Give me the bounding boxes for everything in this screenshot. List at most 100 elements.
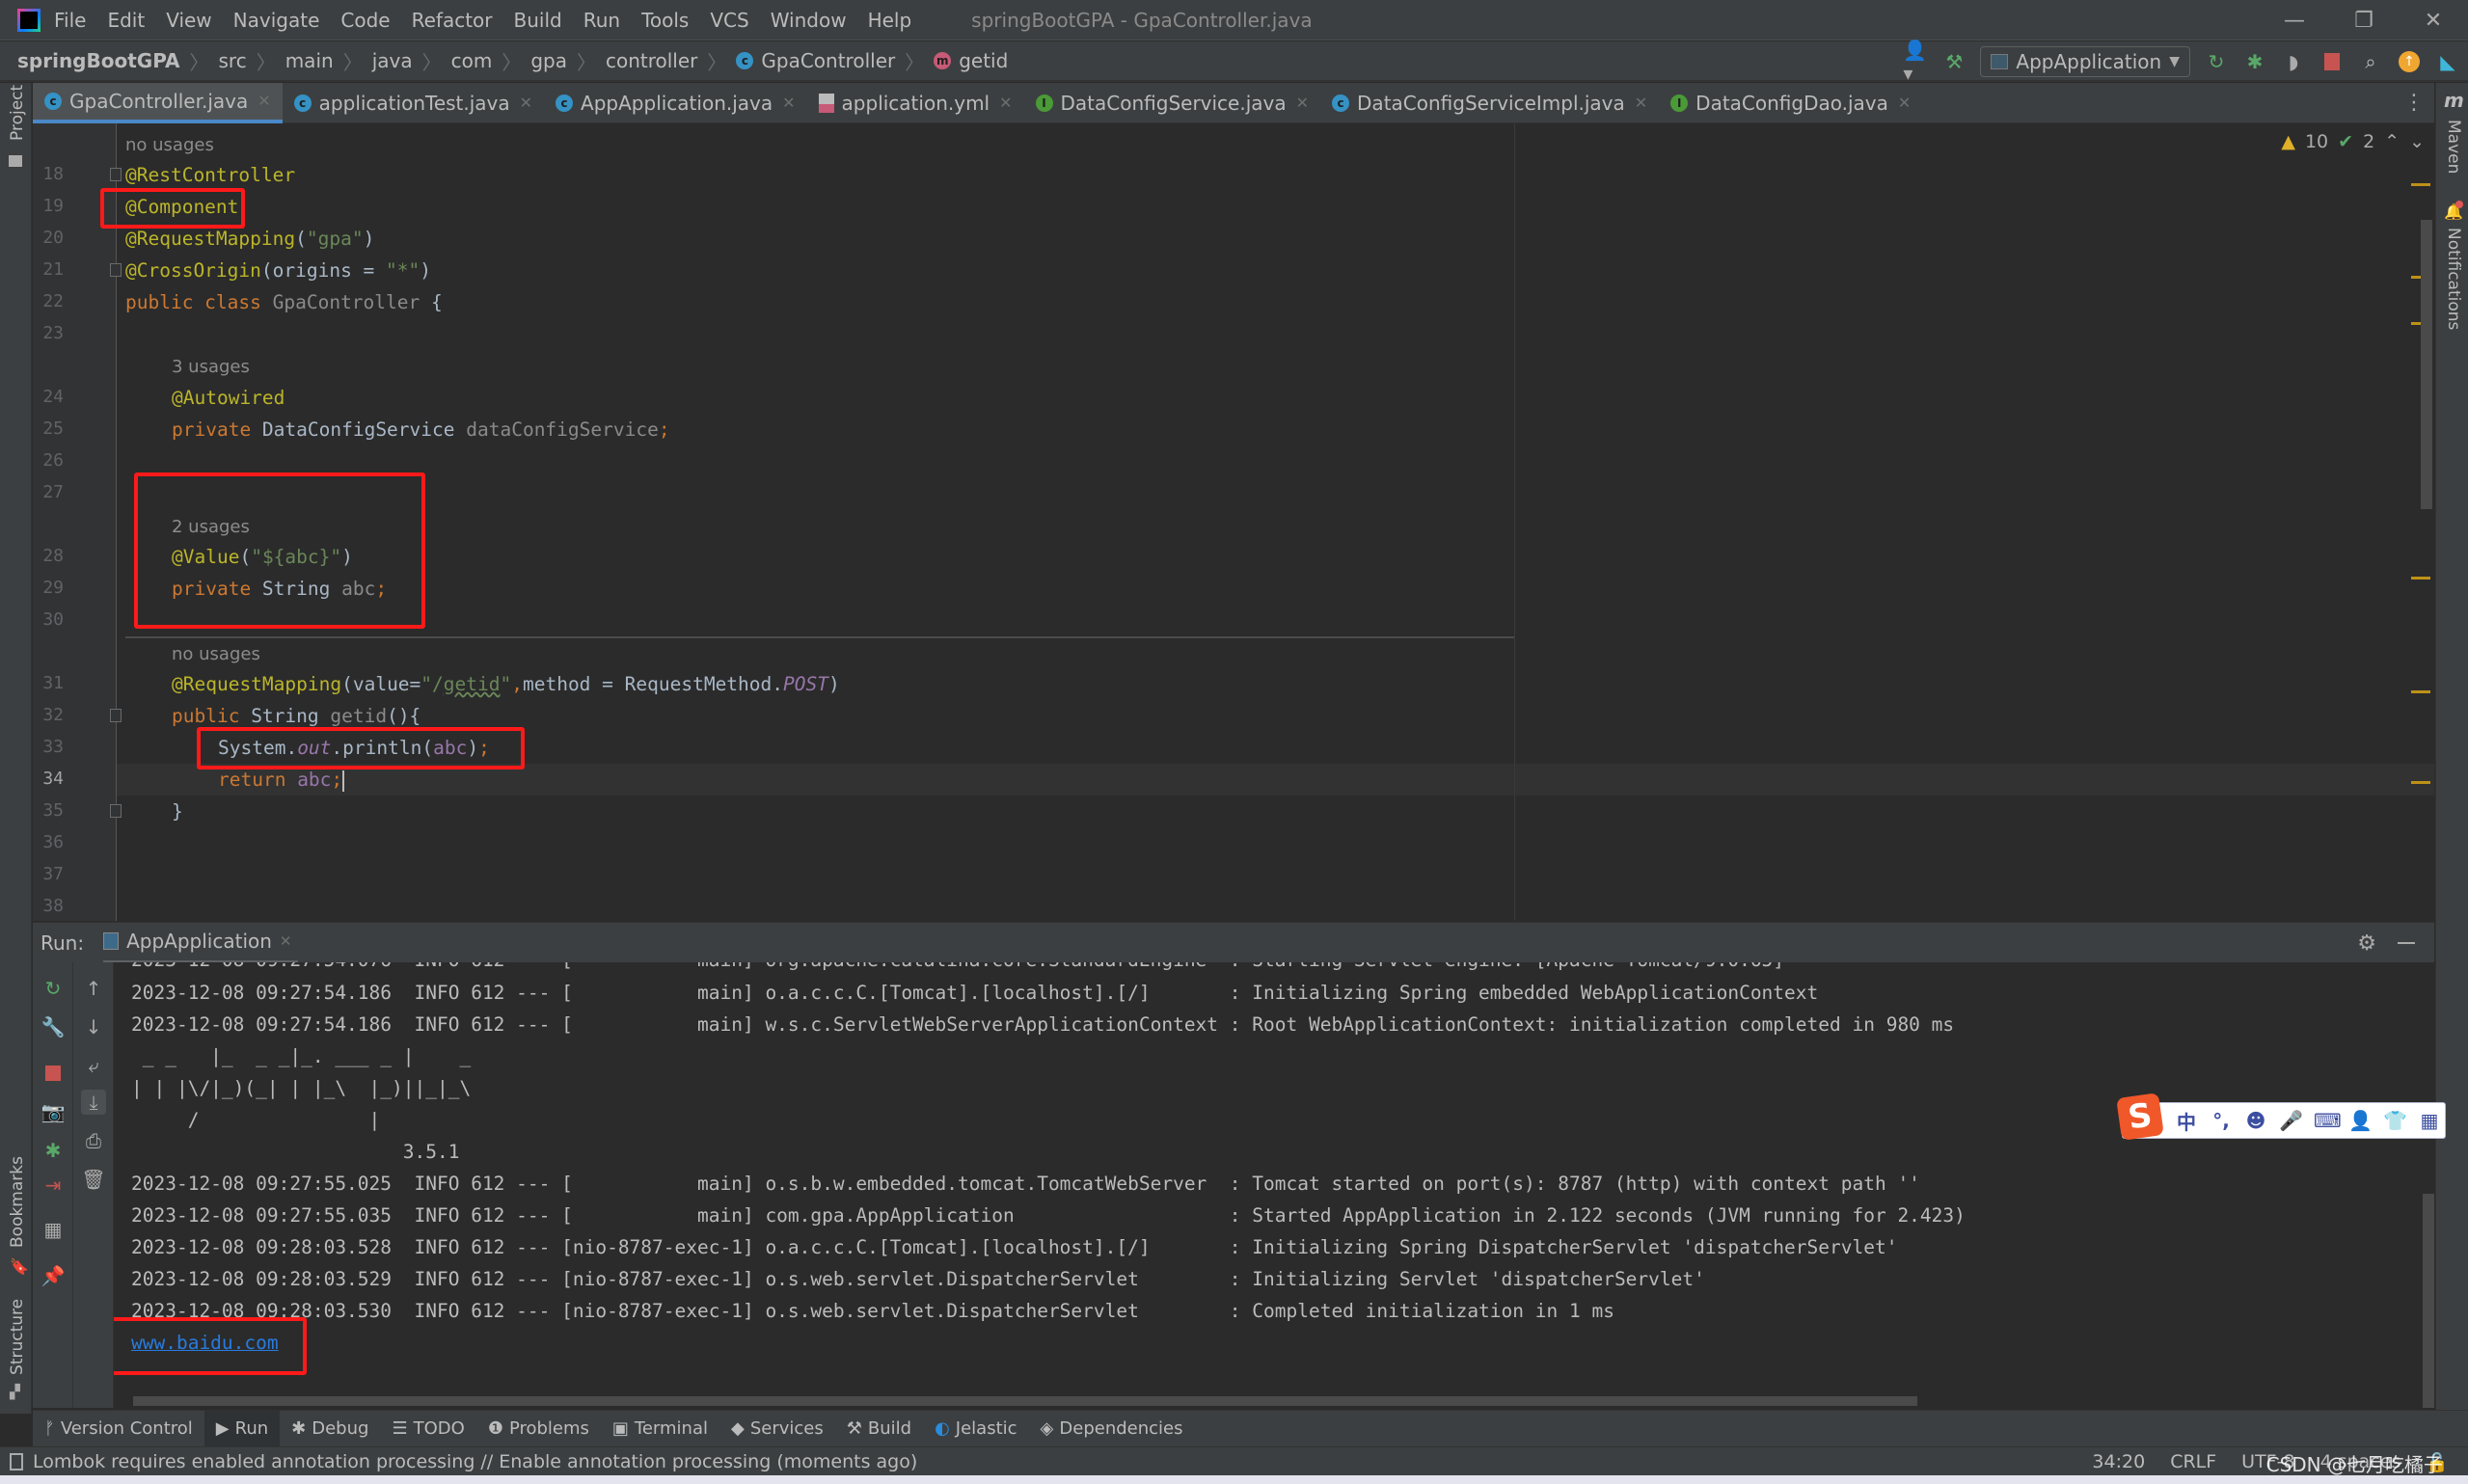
keyboard-icon[interactable]: ⌨ (2314, 1109, 2342, 1132)
usage-hint[interactable]: no usages (172, 644, 260, 664)
editor-vertical-scrollbar[interactable] (2421, 220, 2432, 509)
camera-icon[interactable]: 📷 (41, 1099, 66, 1124)
close-tab-icon[interactable]: ✕ (1635, 94, 1647, 112)
scroll-to-end-icon[interactable]: ⤓ (81, 1090, 106, 1115)
emoji-icon[interactable]: ☻ (2244, 1109, 2267, 1132)
menu-refactor[interactable]: Refactor (412, 9, 493, 32)
exit-icon[interactable]: ⇥ (41, 1173, 66, 1198)
menu-window[interactable]: Window (771, 9, 847, 32)
breadcrumb-class[interactable]: c GpaController (736, 49, 895, 72)
close-tab-icon[interactable]: ✕ (782, 94, 795, 112)
close-tab-icon[interactable]: ✕ (258, 92, 270, 110)
menu-view[interactable]: View (166, 9, 211, 32)
debug-icon[interactable]: ✱ (2242, 49, 2267, 74)
fold-marker-icon[interactable] (110, 263, 122, 277)
tab-dataconfigserviceimpl[interactable]: c DataConfigServiceImpl.java ✕ (1320, 83, 1659, 123)
structure-panel-button[interactable]: Structure (8, 1299, 27, 1375)
fold-marker-icon[interactable] (110, 709, 122, 722)
print-icon[interactable]: ⎙ (81, 1128, 106, 1153)
stop-icon[interactable] (41, 1061, 66, 1086)
inspection-widget[interactable]: ▲ 10 ✔ 2 ⌃ ⌄ (2281, 131, 2425, 152)
layout-icon[interactable]: ▦ (41, 1217, 66, 1242)
fold-marker-icon[interactable] (110, 168, 122, 181)
breadcrumb-main[interactable]: main (285, 49, 334, 72)
close-tab-icon[interactable]: ✕ (280, 932, 292, 950)
tool-tab-terminal[interactable]: ▣ Terminal (601, 1411, 719, 1447)
account-icon[interactable]: 👤 (2348, 1109, 2373, 1132)
line-separator[interactable]: CRLF (2170, 1451, 2216, 1473)
microphone-icon[interactable]: 🎤 (2279, 1109, 2303, 1132)
arrow-up-icon[interactable]: ↑ (81, 976, 106, 1001)
console-vertical-scrollbar[interactable] (2423, 1194, 2434, 1408)
build-hammer-icon[interactable]: ⚒ (1941, 49, 1966, 74)
run-config-selector[interactable]: AppApplication ▼ (1980, 46, 2190, 77)
tab-appapplication[interactable]: c AppApplication.java ✕ (544, 83, 807, 123)
breadcrumb-src[interactable]: src (219, 49, 247, 72)
more-tabs-icon[interactable]: ⋮ (2403, 91, 2425, 115)
run-tab-appapplication[interactable]: AppApplication ✕ (103, 923, 298, 963)
breadcrumb-com[interactable]: com (451, 49, 493, 72)
breadcrumb-controller[interactable]: controller (606, 49, 697, 72)
tab-dataconfigdao[interactable]: I DataConfigDao.java ✕ (1659, 83, 1922, 123)
search-icon[interactable]: ⌕ (2358, 49, 2383, 74)
restore-button[interactable]: ❐ (2329, 0, 2399, 40)
breadcrumb-gpa[interactable]: gpa (530, 49, 567, 72)
caret-position[interactable]: 34:20 (2092, 1451, 2145, 1473)
tab-applicationtest[interactable]: c applicationTest.java ✕ (283, 83, 544, 123)
breadcrumb-method[interactable]: m getid (934, 49, 1008, 72)
tool-tab-jelastic[interactable]: ◐ Jelastic (923, 1411, 1028, 1447)
breadcrumb-project[interactable]: springBootGPA (17, 49, 180, 72)
update-icon[interactable]: ↑ (2397, 49, 2422, 74)
warning-stripe-marker[interactable] (2411, 690, 2430, 693)
menu-file[interactable]: File (54, 9, 86, 32)
notifications-panel-button[interactable]: Notifications (2444, 228, 2463, 330)
tool-tab-run[interactable]: ▶ Run (203, 1410, 281, 1447)
toolbox-grid-icon[interactable]: ▦ (2418, 1109, 2441, 1132)
warning-stripe-marker[interactable] (2411, 781, 2430, 784)
previous-highlight-icon[interactable]: ⌃ (2384, 131, 2400, 152)
menu-edit[interactable]: Edit (107, 9, 145, 32)
close-tab-icon[interactable]: ✕ (1898, 94, 1911, 112)
user-dropdown-icon[interactable]: 👤▾ (1903, 39, 1928, 85)
coverage-icon[interactable]: ◗ (2281, 49, 2306, 74)
close-tab-icon[interactable]: ✕ (999, 94, 1012, 112)
trash-icon[interactable]: 🗑 (81, 1167, 106, 1192)
menu-tools[interactable]: Tools (641, 9, 689, 32)
menu-code[interactable]: Code (340, 9, 390, 32)
arrow-down-icon[interactable]: ↓ (81, 1014, 106, 1039)
toolbox-icon[interactable]: ◣ (2435, 49, 2460, 74)
pin-icon[interactable]: 📌 (41, 1263, 66, 1288)
close-tab-icon[interactable]: ✕ (520, 94, 532, 112)
tool-tab-version-control[interactable]: ᚠ Version Control (33, 1411, 204, 1447)
menu-help[interactable]: Help (868, 9, 912, 32)
console-horizontal-scrollbar[interactable] (133, 1396, 1917, 1406)
breadcrumb-java[interactable]: java (372, 49, 413, 72)
fold-marker-icon[interactable] (110, 804, 122, 818)
status-message[interactable]: Lombok requires enabled annotation proce… (33, 1451, 917, 1472)
tool-tab-debug[interactable]: ✱ Debug (280, 1411, 380, 1447)
skin-icon[interactable]: 👕 (2383, 1109, 2407, 1132)
tab-application-yml[interactable]: application.yml ✕ (807, 83, 1024, 123)
tool-tab-dependencies[interactable]: ◈ Dependencies (1029, 1411, 1195, 1447)
menu-navigate[interactable]: Navigate (233, 9, 320, 32)
next-highlight-icon[interactable]: ⌄ (2409, 131, 2425, 152)
maven-panel-button[interactable]: Maven (2444, 120, 2463, 174)
punctuation-icon[interactable]: °, (2210, 1109, 2233, 1132)
rerun-icon[interactable]: ↻ (41, 976, 66, 1001)
tool-tab-services[interactable]: ◆ Services (719, 1411, 835, 1447)
close-tab-icon[interactable]: ✕ (1296, 94, 1309, 112)
usage-hint[interactable]: no usages (125, 135, 214, 155)
tool-tab-todo[interactable]: ☰ TODO (380, 1411, 475, 1447)
gear-icon[interactable]: ⚙ (2357, 931, 2376, 956)
tool-tab-problems[interactable]: ❶ Problems (476, 1411, 601, 1447)
soft-wrap-icon[interactable]: ⤶ (81, 1053, 106, 1078)
project-panel-button[interactable]: Project (8, 85, 27, 141)
menu-build[interactable]: Build (514, 9, 562, 32)
close-window-button[interactable]: ✕ (2399, 0, 2468, 40)
code-editor[interactable]: 18 19 20 21 22 23 24 25 26 27 28 29 30 3… (33, 123, 2434, 921)
tab-gpacontroller[interactable]: c GpaController.java ✕ (33, 82, 283, 123)
warning-stripe-marker[interactable] (2411, 183, 2430, 186)
status-panel-icon[interactable] (10, 1452, 23, 1471)
hide-panel-icon[interactable] (2398, 942, 2415, 944)
stop-icon[interactable] (2319, 49, 2345, 74)
